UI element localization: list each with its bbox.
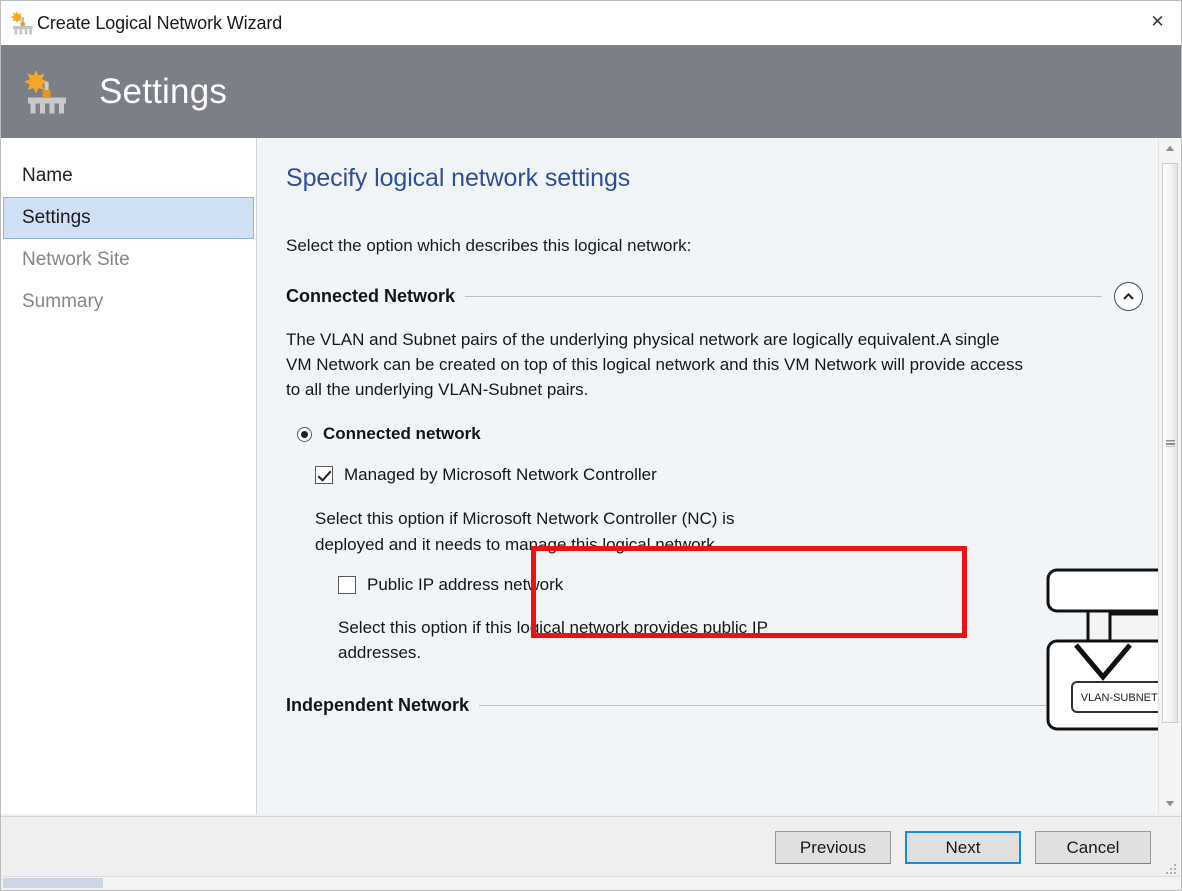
connected-network-options: Connected network Managed by Microsoft N… bbox=[286, 424, 786, 665]
sidebar-item-settings[interactable]: Settings bbox=[3, 197, 254, 239]
title-bar: Create Logical Network Wizard ✕ bbox=[1, 1, 1181, 45]
managed-by-nc-help-text: Select this option if Microsoft Network … bbox=[315, 509, 735, 554]
group-title: Independent Network bbox=[286, 695, 470, 716]
settings-content-pane: Specify logical network settings Select … bbox=[257, 138, 1181, 814]
content-heading: Specify logical network settings bbox=[286, 164, 631, 192]
radio-connected-network-label: Connected network bbox=[323, 424, 481, 444]
checkbox-public-ip-address-network[interactable] bbox=[338, 575, 356, 594]
sidebar-item-label: Summary bbox=[22, 291, 104, 312]
scrollbar-grip-icon bbox=[1165, 439, 1175, 447]
close-glyph: ✕ bbox=[1150, 12, 1165, 32]
logical-network-icon bbox=[23, 69, 71, 115]
checkbox-managed-by-network-controller-label: Managed by Microsoft Network Controller bbox=[344, 465, 657, 485]
next-button-label: Next bbox=[945, 837, 981, 857]
previous-button-label: Previous bbox=[799, 837, 867, 857]
scroll-down-arrow-icon[interactable] bbox=[1159, 793, 1181, 814]
independent-network-group-header: Independent Network bbox=[286, 691, 1145, 721]
previous-button[interactable]: Previous bbox=[775, 831, 891, 864]
managed-by-nc-checkbox-row[interactable]: Managed by Microsoft Network Controller bbox=[315, 465, 786, 485]
cancel-button-label: Cancel bbox=[1066, 837, 1120, 857]
public-ip-checkbox-row[interactable]: Public IP address network bbox=[338, 575, 786, 595]
cancel-button[interactable]: Cancel bbox=[1035, 831, 1151, 864]
group-title: Connected Network bbox=[286, 286, 456, 306]
divider bbox=[479, 705, 1102, 707]
checkbox-managed-by-network-controller[interactable] bbox=[315, 466, 333, 485]
sidebar-item-label: Settings bbox=[22, 207, 91, 228]
sidebar-item-network-site[interactable]: Network Site bbox=[3, 239, 254, 281]
scrollbar-thumb[interactable] bbox=[1162, 163, 1178, 723]
radio-connected-network[interactable] bbox=[297, 426, 312, 442]
next-button[interactable]: Next bbox=[905, 831, 1021, 864]
close-icon[interactable]: ✕ bbox=[1134, 1, 1181, 44]
checkbox-public-ip-address-network-label: Public IP address network bbox=[367, 574, 564, 594]
svg-text:VLAN-SUBNET A: VLAN-SUBNET A bbox=[1081, 692, 1168, 704]
horizontal-scrollbar[interactable] bbox=[2, 876, 1180, 889]
logical-network-icon bbox=[10, 10, 36, 36]
horizontal-scrollbar-thumb[interactable] bbox=[3, 878, 103, 888]
sidebar-item-label: Name bbox=[22, 165, 73, 186]
connected-network-radio-row[interactable]: Connected network bbox=[297, 424, 786, 444]
connected-network-description: The VLAN and Subnet pairs of the underly… bbox=[286, 330, 1023, 400]
divider bbox=[465, 296, 1102, 297]
chevron-up-icon[interactable] bbox=[1114, 282, 1143, 311]
window-title: Create Logical Network Wizard bbox=[37, 12, 283, 33]
wizard-steps-sidebar: Name Settings Network Site Summary bbox=[1, 138, 257, 814]
sidebar-item-label: Network Site bbox=[22, 249, 130, 270]
page-title: Settings bbox=[99, 71, 228, 111]
wizard-window: Create Logical Network Wizard ✕ Settings bbox=[0, 0, 1182, 891]
connected-network-group-header: Connected Network bbox=[286, 282, 1145, 311]
scroll-up-arrow-icon[interactable] bbox=[1159, 138, 1181, 159]
sidebar-item-summary[interactable]: Summary bbox=[3, 281, 254, 323]
vertical-scrollbar[interactable] bbox=[1158, 138, 1181, 814]
scrollbar-track[interactable] bbox=[1159, 159, 1181, 793]
page-header: Settings bbox=[1, 45, 1181, 138]
intro-text: Select the option which describes this l… bbox=[286, 236, 692, 255]
resize-grip-icon[interactable] bbox=[1164, 863, 1177, 876]
wizard-body: Name Settings Network Site Summary Speci… bbox=[1, 138, 1181, 816]
public-ip-help-text: Select this option if this logical netwo… bbox=[338, 617, 768, 662]
sidebar-item-name[interactable]: Name bbox=[3, 155, 254, 197]
